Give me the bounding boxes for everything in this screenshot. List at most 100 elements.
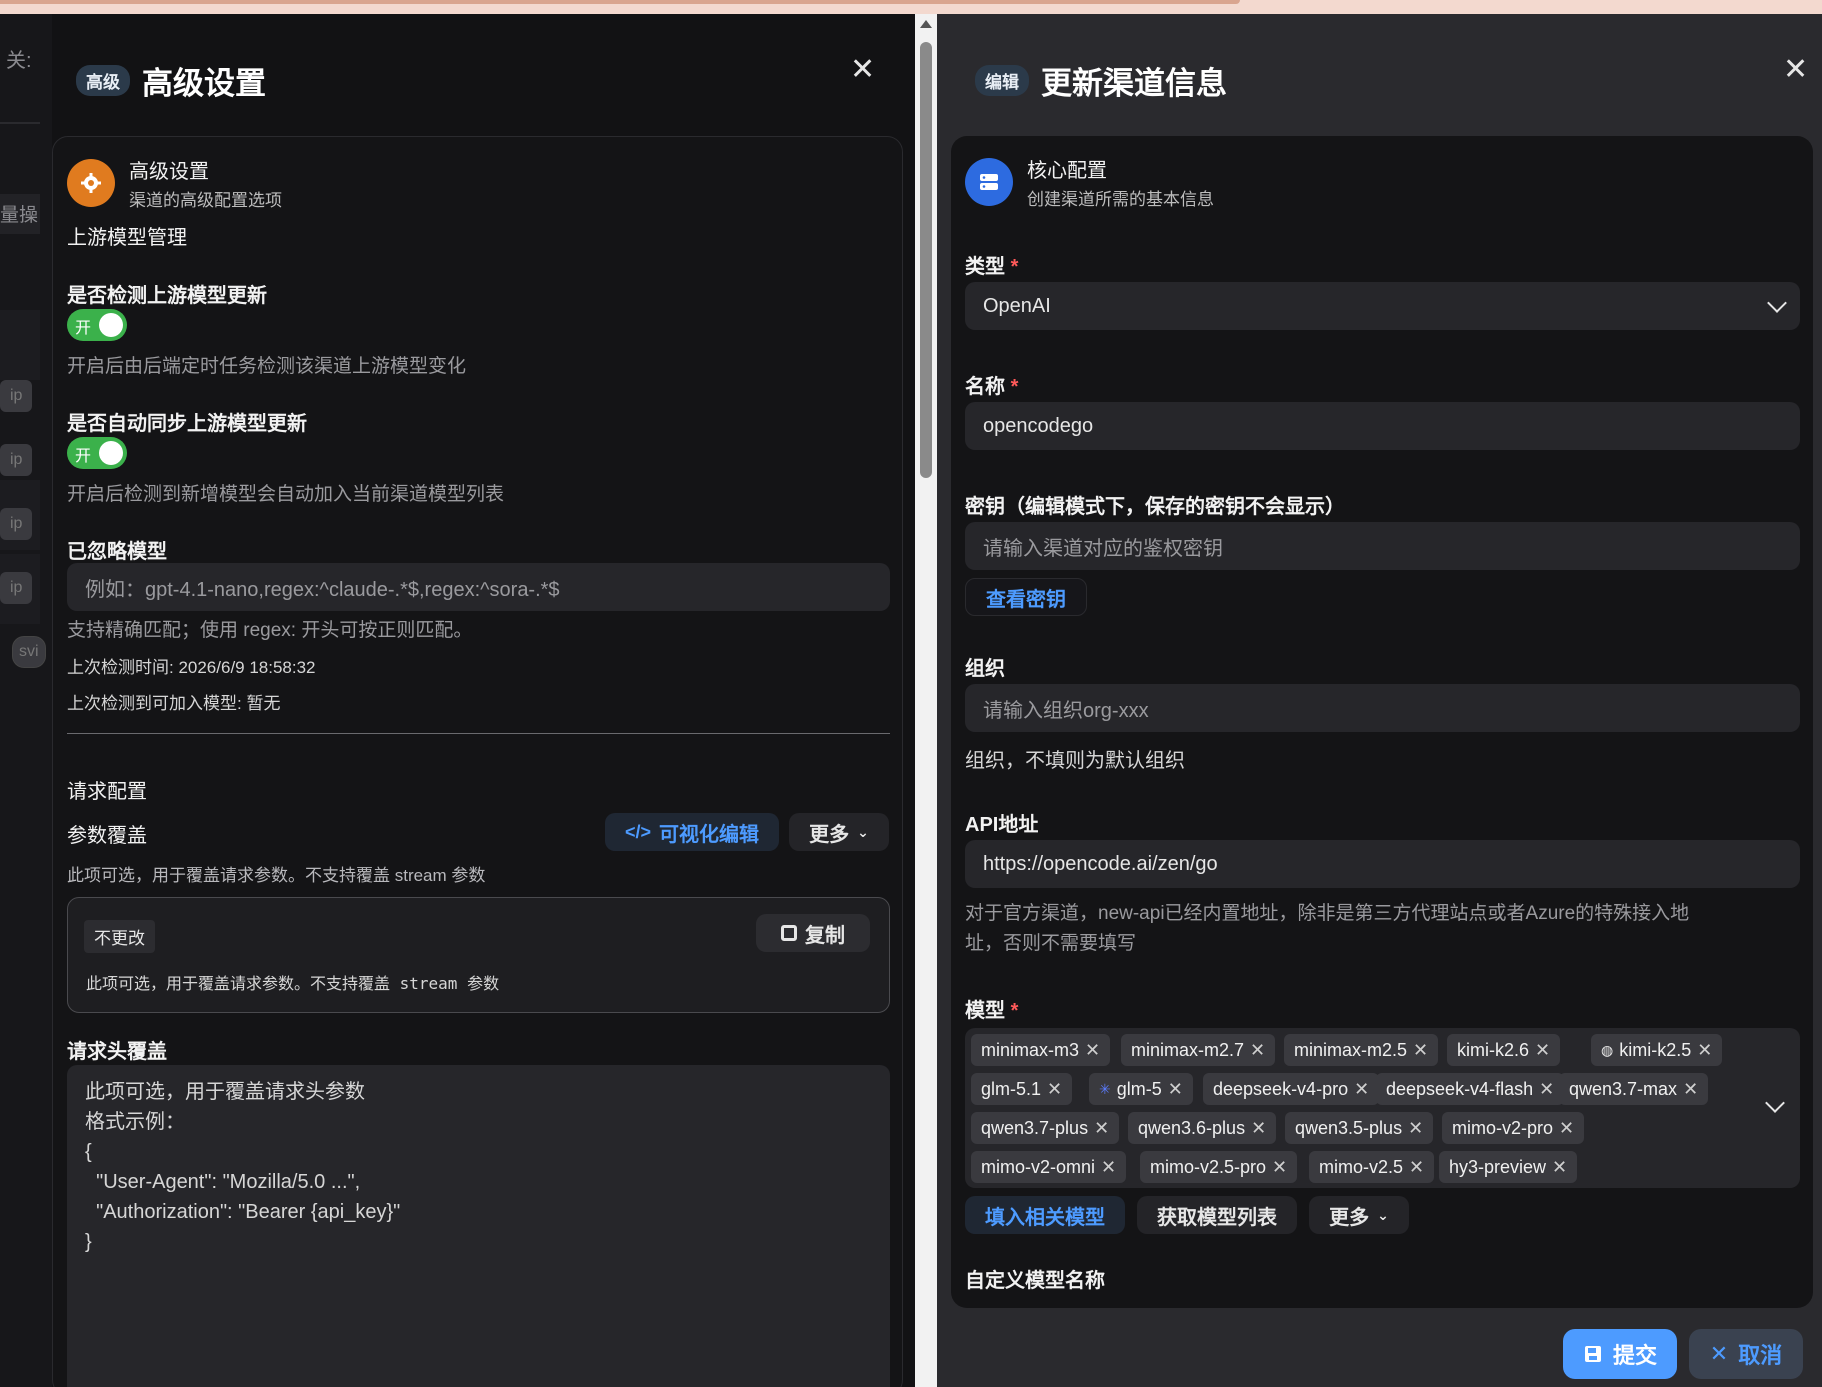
org-input[interactable]: 请输入组织org-xxx [965,684,1800,732]
bg-chip: ip [0,508,33,540]
drawer-tag: 编辑 [975,65,1029,96]
toggle-label: 开 [75,320,92,337]
cancel-label: 取消 [1738,1343,1783,1368]
more-button[interactable]: 更多 ⌄ [789,813,889,851]
remove-icon[interactable]: ✕ [1552,1157,1567,1178]
submit-button[interactable]: 提交 [1563,1329,1677,1379]
model-chip-label: mimo-v2-pro [1452,1117,1554,1138]
scroll-up-arrow[interactable] [920,20,932,28]
remove-icon[interactable]: ✕ [1250,1040,1265,1061]
drawer-title: 高级设置 [142,66,266,101]
required-mark: * [1010,376,1019,398]
api-input[interactable]: https://opencode.ai/zen/go [965,840,1800,888]
type-select[interactable]: OpenAI [965,282,1800,330]
model-chip: minimax-m2.7 ✕ [1121,1034,1276,1066]
scroll-thumb[interactable] [920,42,932,478]
remove-icon[interactable]: ✕ [1683,1079,1698,1100]
card-title: 核心配置 [1027,160,1107,182]
remove-icon[interactable]: ✕ [1408,1118,1423,1139]
fill-models-button[interactable]: 填入相关模型 [965,1196,1125,1234]
model-chip: kimi-k2.6 ✕ [1447,1034,1561,1066]
remove-icon[interactable]: ✕ [1354,1079,1369,1100]
key-input[interactable]: 请输入渠道对应的鉴权密钥 [965,522,1800,570]
model-chip: mimo-v2.5-pro ✕ [1140,1151,1298,1183]
card-subtitle: 渠道的高级配置选项 [129,191,282,210]
org-hint: 组织，不填则为默认组织 [965,750,1185,772]
copy-button[interactable]: 复制 [756,914,870,952]
drawer-header: 高级 高级设置 [76,58,266,103]
close-icon[interactable]: ✕ [850,52,875,87]
model-chip-label: qwen3.7-plus [981,1117,1089,1138]
model-chip: minimax-m2.5 ✕ [1284,1034,1439,1066]
models-label: 模型 * [965,994,1018,1023]
remove-icon[interactable]: ✕ [1539,1079,1554,1100]
model-chip: deepseek-v4-flash ✕ [1376,1073,1565,1105]
model-chip-label: kimi-k2.5 [1619,1039,1692,1060]
code-icon: </> [624,821,652,842]
model-chip: minimax-m3 ✕ [971,1034,1111,1066]
card-header: 核心配置 创建渠道所需的基本信息 [965,154,1214,210]
detect-updates-toggle[interactable]: 开 [67,309,127,341]
visual-edit-button[interactable]: </> 可视化编辑 [605,813,779,851]
update-channel-drawer: 编辑 更新渠道信息 ✕ 核心配置 创建渠道所需的基本信息 类型 * OpenAI… [937,14,1822,1387]
remove-icon[interactable]: ✕ [1409,1157,1424,1178]
close-icon[interactable]: ✕ [1783,52,1808,87]
remove-icon[interactable]: ✕ [1047,1079,1062,1100]
model-chip-label: mimo-v2-omni [981,1156,1096,1177]
model-chip: hy3-preview ✕ [1439,1151,1578,1183]
ignored-models-input[interactable]: 例如：gpt-4.1-nano,regex:^claude-.*$,regex:… [67,563,890,611]
cancel-button[interactable]: ✕ 取消 [1689,1329,1803,1379]
key-label: 密钥（编辑模式下，保存的密钥不会显示） [965,496,1345,518]
required-mark: * [1010,256,1019,278]
remove-icon[interactable]: ✕ [1251,1118,1266,1139]
remove-icon[interactable]: ✕ [1697,1040,1712,1061]
remove-icon[interactable]: ✕ [1085,1040,1100,1061]
models-more-button[interactable]: 更多 ⌄ [1309,1196,1409,1234]
remove-icon[interactable]: ✕ [1413,1040,1428,1061]
bg-title-fragment: 关: [6,50,32,72]
name-label-text: 名称 [965,376,1005,398]
name-label: 名称 * [965,370,1018,399]
detect-updates-label: 是否检测上游模型更新 [67,285,267,307]
toggle-knob [99,313,123,337]
more-label: 更多 [1329,1206,1370,1229]
name-input[interactable]: opencodego [965,402,1800,450]
ignored-models-hint: 支持精确匹配；使用 regex: 开头可按正则匹配。 [67,620,473,641]
remove-icon[interactable]: ✕ [1094,1118,1109,1139]
bg-chip: ip [0,380,33,412]
auto-sync-toggle[interactable]: 开 [67,437,127,469]
model-chip: qwen3.7-plus ✕ [971,1112,1120,1144]
header-override-label: 请求头覆盖 [67,1041,167,1063]
param-override-editor[interactable]: 不更改 复制 此项可选，用于覆盖请求参数。不支持覆盖 stream 参数 [67,897,890,1013]
model-chip: deepseek-v4-pro ✕ [1203,1073,1380,1105]
remove-icon[interactable]: ✕ [1101,1157,1116,1178]
remove-icon[interactable]: ✕ [1559,1118,1574,1139]
type-value: OpenAI [983,294,1051,317]
copy-icon [781,925,797,941]
remove-icon[interactable]: ✕ [1535,1040,1550,1061]
view-key-button[interactable]: 查看密钥 [965,578,1087,616]
auto-sync-label: 是否自动同步上游模型更新 [67,413,307,435]
model-chip-label: qwen3.6-plus [1138,1117,1246,1138]
upstream-section-title: 上游模型管理 [67,227,187,249]
ignored-models-label: 已忽略模型 [67,541,167,563]
glm-logo-icon: ✳ [1099,1080,1111,1097]
model-chip-label: hy3-preview [1449,1156,1547,1177]
card-title: 高级设置 [129,161,209,183]
browser-top-strip [0,0,1822,14]
remove-icon[interactable]: ✕ [1272,1157,1287,1178]
model-chip-label: glm-5.1 [981,1078,1042,1099]
bg-chip: ip [0,572,33,604]
gear-icon [67,159,115,207]
fetch-models-button[interactable]: 获取模型列表 [1137,1196,1297,1234]
auto-sync-hint: 开启后检测到新增模型会自动加入当前渠道模型列表 [67,484,505,505]
chevron-down-icon[interactable] [1765,1093,1785,1113]
header-override-textarea[interactable]: 此项可选，用于覆盖请求头参数 格式示例： { "User-Agent": "Mo… [67,1065,890,1387]
remove-icon[interactable]: ✕ [1168,1079,1183,1100]
scrollbar[interactable] [915,14,937,1387]
visual-edit-label: 可视化编辑 [659,823,760,846]
copy-label: 复制 [805,924,845,947]
param-override-hint: 此项可选，用于覆盖请求参数。不支持覆盖 stream 参数 [67,866,486,885]
org-label: 组织 [965,658,1005,680]
models-multiselect[interactable]: minimax-m3 ✕ minimax-m2.7 ✕ minimax-m2.5 ✕ … [965,1028,1800,1188]
